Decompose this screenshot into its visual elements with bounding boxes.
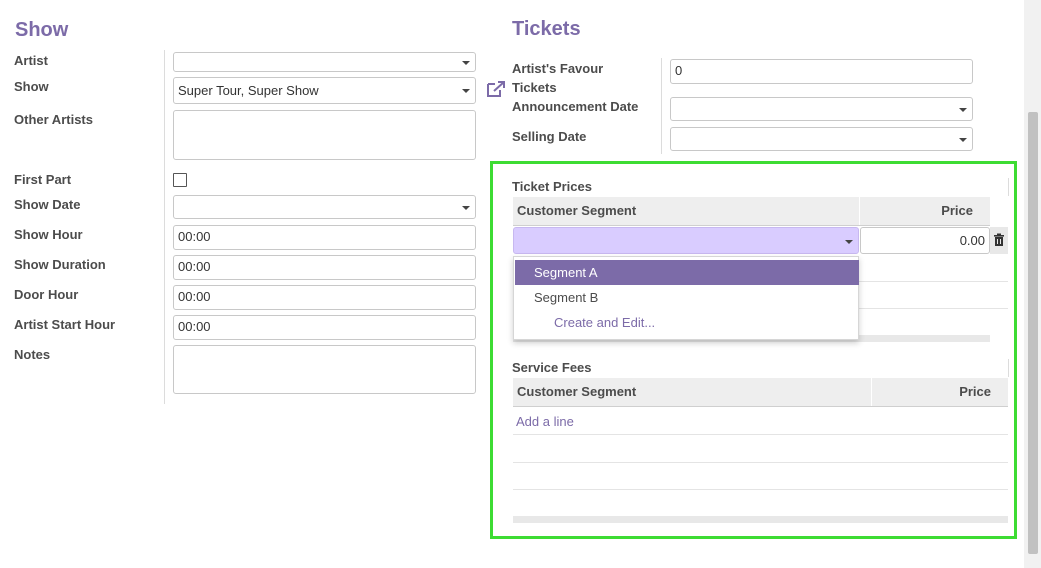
notes-label: Notes [14, 347, 51, 362]
show-select[interactable]: Super Tour, Super Show [173, 77, 476, 104]
chevron-down-icon [462, 206, 470, 210]
row-divider [513, 462, 1008, 463]
add-a-line-link[interactable]: Add a line [516, 414, 574, 429]
ticket-prices-col-segment[interactable]: Customer Segment [513, 197, 859, 225]
artist-select[interactable] [173, 52, 476, 72]
show-section-title: Show [15, 19, 69, 41]
col-separator [859, 197, 860, 225]
artists-favour-label-line2: Tickets [512, 80, 557, 95]
price-input[interactable]: 0.00 [860, 227, 990, 254]
service-fees-col-price[interactable]: Price [872, 378, 1008, 406]
tickets-divider [661, 58, 662, 154]
service-fees-edge [1008, 359, 1009, 377]
show-duration-label: Show Duration [14, 257, 106, 272]
chevron-down-icon [462, 61, 470, 65]
other-artists-field[interactable] [173, 110, 476, 160]
announcement-date-label: Announcement Date [512, 99, 639, 114]
dropdown-option-segment-b[interactable]: Segment B [515, 285, 859, 310]
chevron-down-icon [959, 138, 967, 142]
segment-dropdown: Segment A Segment B Create and Edit... [513, 256, 859, 340]
other-artists-label: Other Artists [14, 112, 93, 127]
trash-icon[interactable] [990, 227, 1008, 254]
notes-field[interactable] [173, 345, 476, 394]
artist-label: Artist [14, 53, 48, 68]
dropdown-create-and-edit[interactable]: Create and Edit... [515, 310, 859, 335]
artists-favour-label-line1: Artist's Favour [512, 61, 604, 76]
segment-input[interactable] [513, 227, 859, 254]
tickets-section-title: Tickets [512, 18, 581, 40]
show-hour-field[interactable]: 00:00 [173, 225, 476, 250]
show-divider [164, 50, 165, 404]
first-part-label: First Part [14, 172, 72, 187]
dropdown-option-segment-a[interactable]: Segment A [515, 260, 859, 285]
chevron-down-icon [845, 240, 853, 244]
ticket-prices-col-price[interactable]: Price [860, 197, 990, 225]
chevron-down-icon [462, 89, 470, 93]
selling-date-field[interactable] [670, 127, 973, 151]
first-part-checkbox[interactable] [173, 173, 187, 187]
service-fees-title: Service Fees [512, 360, 592, 375]
external-link-icon[interactable] [485, 79, 507, 99]
show-duration-field[interactable]: 00:00 [173, 255, 476, 280]
table-footer [513, 516, 1008, 523]
service-fees-col-segment[interactable]: Customer Segment [513, 378, 871, 406]
header-underline [513, 225, 990, 226]
show-date-field[interactable] [173, 195, 476, 219]
door-hour-field[interactable]: 00:00 [173, 285, 476, 310]
show-date-label: Show Date [14, 197, 81, 212]
artist-start-hour-field[interactable]: 00:00 [173, 315, 476, 340]
row-divider [513, 434, 1008, 435]
door-hour-label: Door Hour [14, 287, 79, 302]
selling-date-label: Selling Date [512, 129, 587, 144]
announcement-date-field[interactable] [670, 97, 973, 121]
chevron-down-icon [959, 108, 967, 112]
ticket-prices-title: Ticket Prices [512, 179, 592, 194]
show-label: Show [14, 79, 49, 94]
artist-start-hour-label: Artist Start Hour [14, 317, 116, 332]
header-underline [513, 406, 1008, 407]
show-hour-label: Show Hour [14, 227, 83, 242]
artists-favour-tickets-field[interactable]: 0 [670, 59, 973, 84]
row-divider [513, 489, 1008, 490]
scrollbar-thumb[interactable] [1028, 112, 1038, 554]
ticket-prices-edge [1008, 178, 1009, 196]
